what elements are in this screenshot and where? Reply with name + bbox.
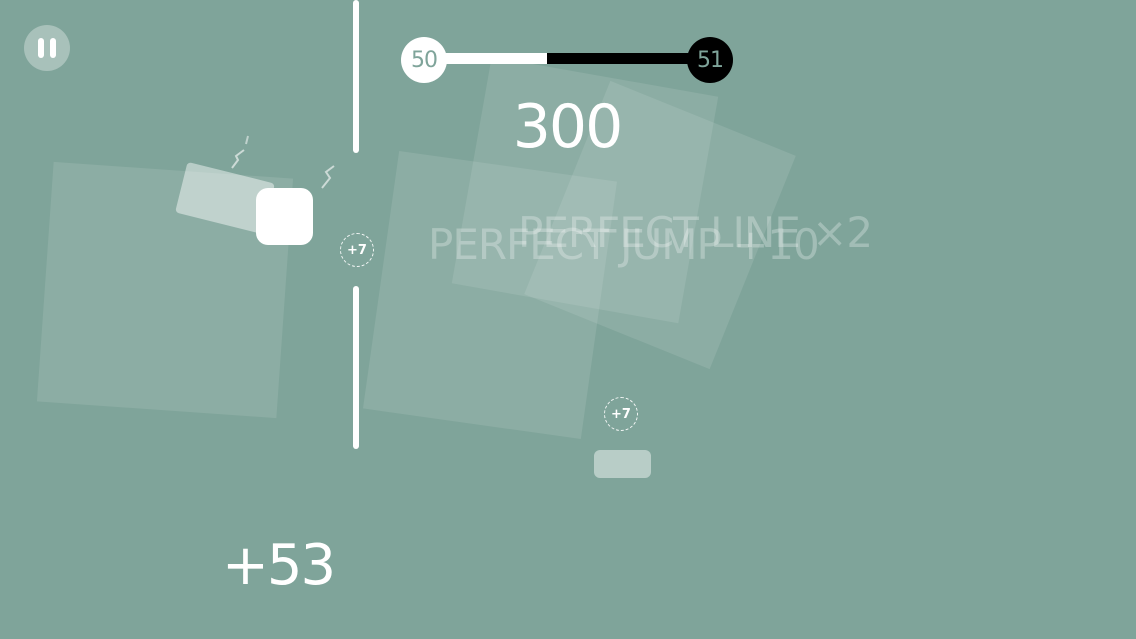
- next-level-badge: 51: [687, 37, 733, 83]
- combo-counter: +53: [222, 533, 336, 598]
- perfect-jump-message: PERFECT JUMP +10: [428, 220, 820, 269]
- landing-platform: [594, 450, 651, 478]
- current-level-badge: 50: [401, 37, 447, 83]
- spark-effects: [231, 135, 335, 189]
